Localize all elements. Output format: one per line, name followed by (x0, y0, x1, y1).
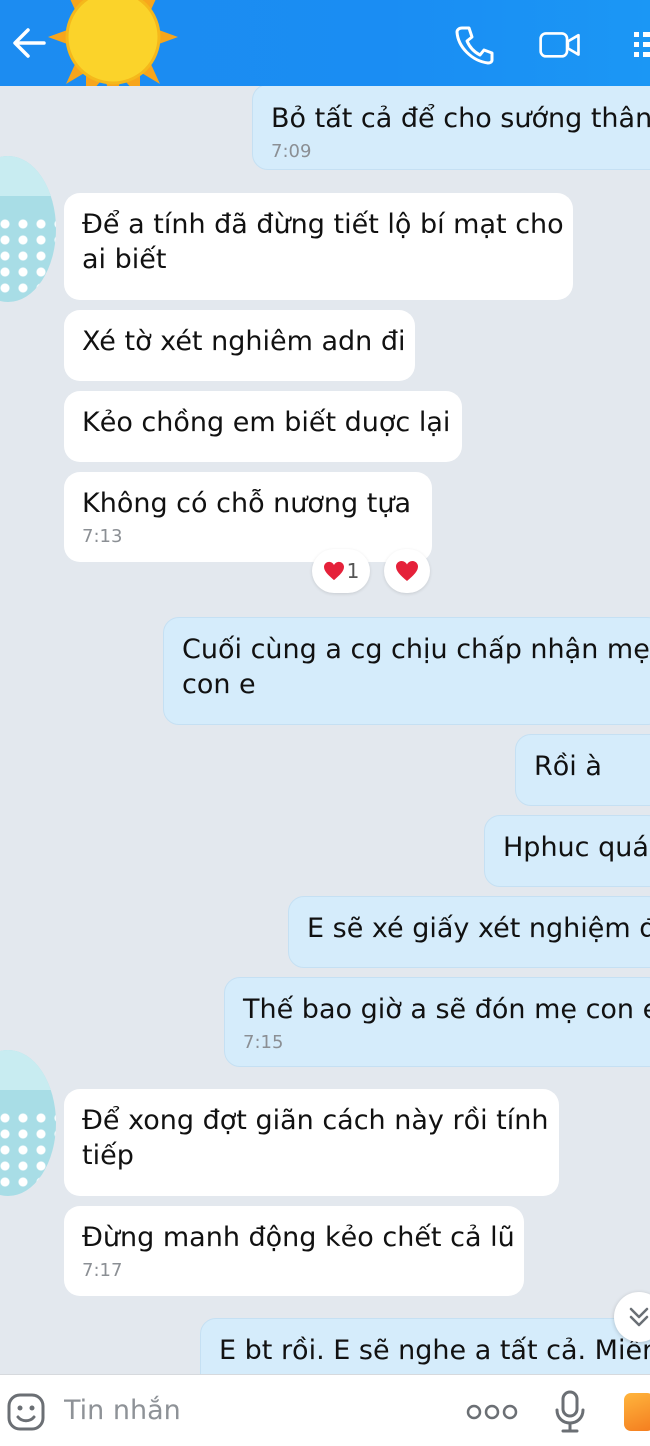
message-text: Kẻo chồng em biết duợc lại (82, 407, 451, 438)
message-bubble[interactable]: Đừng manh động kẻo chết cả lũ 7:17 (64, 1206, 524, 1296)
menu-icon[interactable] (630, 22, 650, 66)
message-text: Hphuc quá (503, 832, 649, 863)
composer-bar (0, 1374, 650, 1446)
message-time: 7:15 (243, 1032, 284, 1053)
message-bubble[interactable]: Để a tính đã đừng tiết lộ bí mạt cho ai … (64, 193, 573, 300)
message-bubble[interactable]: Cuối cùng a cg chịu chấp nhận mẹ con e (163, 617, 650, 725)
reaction-count: 1 (346, 559, 360, 583)
video-camera-icon[interactable] (538, 22, 582, 66)
more-dots-icon[interactable] (466, 1403, 518, 1421)
chevron-double-down-icon (629, 1307, 649, 1327)
message-time: 7:13 (82, 526, 123, 547)
message-text: Thế bao giờ a sẽ đón mẹ con e (243, 994, 650, 1025)
image-icon[interactable] (624, 1393, 650, 1431)
message-bubble[interactable]: Kẻo chồng em biết duợc lại (64, 391, 462, 462)
message-time: 7:09 (271, 141, 312, 162)
phone-icon[interactable] (452, 22, 496, 66)
message-text: E bt rồi. E sẽ nghe a tất cả. Miễn (219, 1335, 650, 1366)
message-text: Cuối cùng a cg chịu chấp nhận mẹ (182, 634, 650, 665)
back-arrow-icon[interactable] (8, 22, 50, 64)
message-bubble[interactable]: Thế bao giờ a sẽ đón mẹ con e 7:15 (224, 977, 650, 1067)
message-time: 7:17 (82, 1260, 123, 1281)
message-bubble[interactable]: Hphuc quá (484, 815, 650, 887)
sun-wallpaper-icon (48, 0, 178, 86)
message-text: tiếp (82, 1140, 134, 1171)
message-text: Xé tờ xét nghiêm adn đi (82, 326, 406, 357)
message-bubble[interactable]: E sẽ xé giấy xét nghiệm đi (288, 896, 650, 968)
heart-icon (323, 561, 344, 581)
message-text: ai biết (82, 244, 167, 275)
message-text: Đừng manh động kẻo chết cả lũ (82, 1222, 515, 1253)
react-heart-button[interactable] (384, 549, 430, 593)
message-bubble[interactable]: Xé tờ xét nghiêm adn đi (64, 310, 415, 381)
message-input[interactable] (64, 1391, 444, 1431)
message-text: Bỏ tất cả để cho sướng thân (271, 103, 650, 134)
sticker-smile-icon[interactable] (6, 1392, 46, 1432)
avatar[interactable] (0, 156, 56, 302)
message-bubble[interactable]: Để xong đợt giãn cách này rồi tính tiếp (64, 1089, 559, 1196)
message-text: E sẽ xé giấy xét nghiệm đi (307, 913, 650, 944)
reaction-summary[interactable]: 1 (312, 549, 370, 593)
message-bubble[interactable]: Không có chỗ nương tựa 7:13 (64, 472, 432, 562)
avatar[interactable] (0, 1050, 56, 1196)
message-text: Để xong đợt giãn cách này rồi tính (82, 1105, 549, 1136)
message-bubble[interactable]: Rồi à (515, 734, 650, 806)
message-text: Để a tính đã đừng tiết lộ bí mạt cho (82, 209, 564, 240)
heart-icon (396, 561, 418, 581)
message-bubble[interactable]: E bt rồi. E sẽ nghe a tất cả. Miễn (200, 1318, 650, 1374)
message-text: Không có chỗ nương tựa (82, 488, 411, 519)
message-bubble[interactable]: Bỏ tất cả để cho sướng thân 7:09 (252, 86, 650, 170)
message-text: Rồi à (534, 751, 602, 782)
message-list[interactable]: Bỏ tất cả để cho sướng thân 7:09 Để a tí… (0, 86, 650, 1374)
chat-header (0, 0, 650, 86)
microphone-icon[interactable] (552, 1389, 588, 1435)
message-text: con e (182, 669, 256, 700)
